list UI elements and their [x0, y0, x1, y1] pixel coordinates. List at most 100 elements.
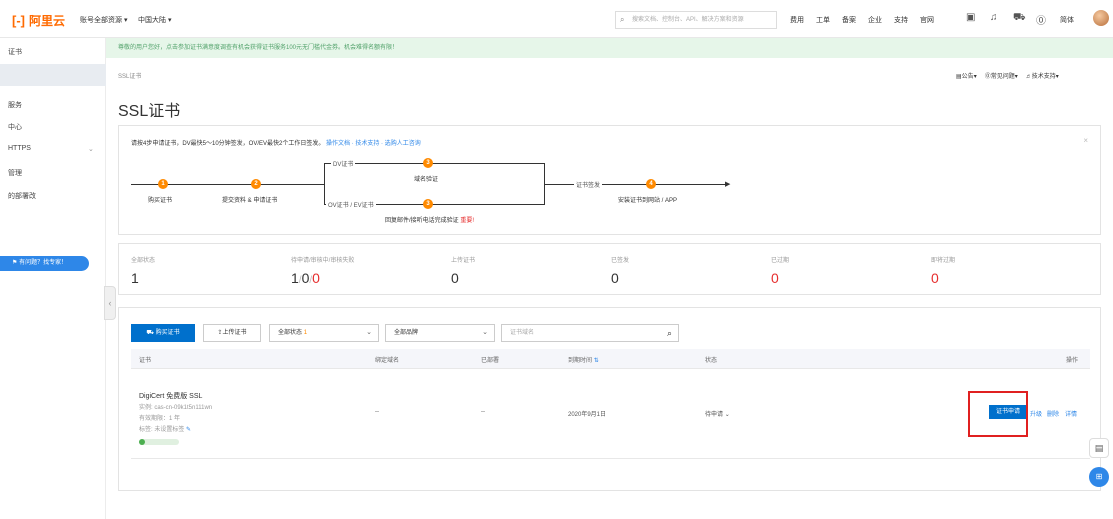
issued-label: 证书签发: [574, 180, 603, 189]
sidebar-collapse-toggle[interactable]: ‹: [104, 286, 116, 320]
flag-icon: ⚑: [12, 260, 18, 266]
cert-tags: 标签: 未设置标签 ✎: [139, 427, 192, 433]
step-1-marker: 1: [158, 179, 168, 189]
cert-status-badge: [139, 439, 179, 445]
sidebar: 证书 服务 中心 HTTPS ⌄ 管理 的部署改 ⚑ 有问题？找专家！: [0, 38, 106, 519]
highlight-box: [968, 391, 1028, 437]
buy-certificate-button[interactable]: ⛟ 购买证书: [131, 324, 195, 342]
col-actions: 操作: [1066, 358, 1079, 364]
bell-icon[interactable]: ♫: [990, 12, 998, 23]
cert-deployed: --: [481, 409, 485, 415]
cert-list-card: ⛟ 购买证书 ⇪上传证书 全部状态 1 ⌄ 全部品牌 ⌄ 证书域名 ⌕ 证书 绑…: [118, 307, 1101, 491]
stat-issued[interactable]: 已签发 0: [611, 255, 771, 286]
sidebar-item-https[interactable]: HTTPS ⌄: [8, 145, 94, 153]
breadcrumb[interactable]: SSL证书: [118, 71, 141, 80]
ask-expert-button[interactable]: ⚑ 有问题？找专家！: [0, 256, 89, 271]
sidebar-item-service[interactable]: 服务: [8, 100, 22, 110]
col-deployed: 已部署: [481, 358, 500, 364]
upload-certificate-button[interactable]: ⇪上传证书: [203, 324, 261, 342]
cert-validity: 有效期限：1 年: [139, 416, 181, 422]
steps-help-links[interactable]: 操作文档 · 技术支持 · 选购人工咨询: [326, 141, 421, 147]
announcement-link[interactable]: ▤公告▾: [956, 71, 977, 80]
step-2-marker: 2: [251, 179, 261, 189]
sidebar-title: 证书: [8, 49, 22, 56]
cart-icon[interactable]: ⛟: [1013, 12, 1026, 25]
faq-link[interactable]: ⓪常见问题▾: [985, 71, 1018, 80]
tech-support-link[interactable]: ♬技术支持▾: [1026, 71, 1059, 80]
top-link-enterprise[interactable]: 企业: [868, 15, 882, 25]
chevron-down-icon: ⌄: [88, 146, 94, 153]
cert-status[interactable]: 待申请 ⌄: [705, 409, 730, 418]
help-links: ▤公告▾ ⓪常见问题▾ ♬技术支持▾: [956, 71, 1059, 80]
top-link-ticket[interactable]: 工单: [816, 15, 830, 25]
notice-banner: 尊敬的用户您好，点击参加证书满意度调查有机会获得证书服务100元无门槛代金券。机…: [106, 38, 1113, 58]
top-link-icp[interactable]: 备案: [842, 15, 856, 25]
steps-card: 请按4步申请证书，DV最快5～10分钟签发，OV/EV最快2个工作日签发。 操作…: [118, 125, 1101, 235]
top-link-billing[interactable]: 费用: [790, 15, 804, 25]
global-search-input[interactable]: ⌕ 搜索文档、控制台、API、解决方案和资源: [615, 11, 777, 29]
apps-grid-icon[interactable]: ⊞: [1089, 467, 1109, 487]
step-3-ov-label: 回复邮件/接听电话完成验证 重要!: [385, 218, 475, 224]
logo-text: 阿里云: [29, 14, 66, 28]
upgrade-link[interactable]: 升级: [1030, 409, 1042, 418]
stat-all[interactable]: 全部状态 1: [131, 255, 291, 286]
console-icon[interactable]: ▣: [966, 12, 975, 23]
brand-filter-select[interactable]: 全部品牌 ⌄: [385, 324, 495, 342]
top-links: 费用 工单 备案 企业 支持 官网: [790, 15, 934, 25]
stat-expiring[interactable]: 即将过期 0: [931, 255, 1091, 286]
cert-domain: --: [375, 409, 379, 415]
step-3-ov-marker: 3: [423, 199, 433, 209]
search-icon[interactable]: ⌕: [667, 325, 672, 341]
domain-search-input[interactable]: 证书域名 ⌕: [501, 324, 679, 342]
edit-icon[interactable]: ✎: [186, 427, 191, 433]
table-row: DigiCert 免费版 SSL 实例: cas-cn-09k1t5n111wn…: [131, 369, 1090, 459]
step-4-label: 安装证书到网站 / APP: [618, 198, 678, 204]
detail-link[interactable]: 详情: [1065, 409, 1077, 418]
step-3-dv-marker: 3: [423, 158, 433, 168]
table-header: 证书 绑定域名 已部署 到期时间 ⇅ 状态 操作: [131, 349, 1090, 369]
resources-menu[interactable]: 账号全部资源 ▾: [80, 15, 127, 25]
step-4-marker: 4: [646, 179, 656, 189]
top-link-official[interactable]: 官网: [920, 15, 934, 25]
col-domain: 绑定域名: [375, 358, 400, 364]
stat-uploaded[interactable]: 上传证书 0: [451, 255, 611, 286]
close-icon[interactable]: ×: [1083, 136, 1088, 145]
sidebar-item-manage[interactable]: 管理: [8, 168, 22, 178]
chevron-left-icon: ‹: [108, 298, 112, 308]
col-status: 状态: [705, 358, 718, 364]
logo-mark: [-]: [12, 13, 25, 28]
stat-expired[interactable]: 已过期 0: [771, 255, 931, 286]
steps-intro: 请按4步申请证书，DV最快5～10分钟签发，OV/EV最快2个工作日签发。 操作…: [131, 141, 421, 147]
col-expire[interactable]: 到期时间 ⇅: [568, 355, 599, 364]
stats-card: 全部状态 1 待申请/审核中/审核失败 1/0/0 上传证书 0 已签发 0 已…: [118, 243, 1101, 295]
branch-ov-label: OV证书 / EV证书: [326, 200, 376, 209]
chat-icon[interactable]: ▤: [1089, 438, 1109, 458]
region-menu[interactable]: 中国大陆 ▾: [138, 15, 171, 25]
delete-link[interactable]: 删除: [1047, 409, 1059, 418]
step-1-label: 购买证书: [148, 198, 173, 204]
sidebar-item-deploy[interactable]: 的部署改: [8, 191, 36, 201]
chevron-down-icon: ⌄: [724, 412, 730, 418]
branch-dv-label: DV证书: [331, 159, 356, 168]
sort-icon: ⇅: [593, 358, 599, 364]
cert-name[interactable]: DigiCert 免费版 SSL: [139, 391, 202, 401]
chevron-down-icon: ⌄: [482, 329, 488, 336]
search-icon: ⌕: [620, 15, 625, 24]
step-3-dv-label: 域名验证: [414, 177, 439, 183]
top-link-support[interactable]: 支持: [894, 15, 908, 25]
status-filter-select[interactable]: 全部状态 1 ⌄: [269, 324, 379, 342]
stat-pending[interactable]: 待申请/审核中/审核失败 1/0/0: [291, 255, 451, 286]
language-switch[interactable]: 简体: [1060, 15, 1074, 25]
step-2-label: 提交资料 & 申请证书: [222, 198, 278, 204]
col-cert: 证书: [139, 358, 152, 364]
page-title: SSL证书: [118, 103, 181, 120]
chevron-down-icon: ⌄: [366, 329, 372, 336]
logo[interactable]: [-] 阿里云: [12, 12, 65, 29]
cert-instance: 实例: cas-cn-09k1t5n111wn: [139, 405, 213, 411]
help-icon[interactable]: ⓪: [1036, 12, 1046, 27]
cart-icon: ⛟: [146, 330, 154, 336]
sidebar-item-center[interactable]: 中心: [8, 122, 22, 132]
sidebar-item-active[interactable]: [0, 64, 106, 86]
avatar[interactable]: [1093, 10, 1109, 26]
top-bar: [-] 阿里云 账号全部资源 ▾ 中国大陆 ▾ ⌕ 搜索文档、控制台、API、解…: [0, 0, 1113, 38]
